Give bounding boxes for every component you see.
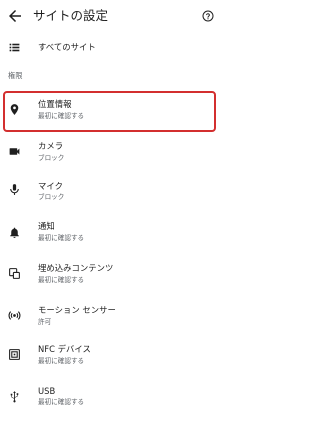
all-sites-row[interactable]: すべてのサイト [0, 38, 220, 58]
permission-label: USB [38, 386, 56, 396]
permission-item-embedded-content[interactable]: 埋め込みコンテンツ 最初に確認する [0, 258, 220, 295]
permission-label: 位置情報 [38, 99, 72, 109]
usb-icon [10, 391, 19, 403]
arrow-back-icon[interactable] [6, 7, 24, 25]
permission-item-microphone[interactable]: マイク ブロック [0, 172, 220, 209]
nfc-icon [9, 349, 20, 360]
page-title: サイトの設定 [33, 8, 109, 23]
location-pin-icon [10, 104, 19, 115]
permission-label: 通知 [38, 221, 55, 231]
camera-icon [9, 148, 20, 155]
permission-status: 最初に確認する [38, 112, 85, 120]
permission-item-nfc[interactable]: NFC デバイス 最初に確認する [0, 341, 220, 378]
permission-item-motion-sensors[interactable]: モーション センサー 許可 [0, 299, 220, 336]
embedded-content-icon [9, 268, 20, 279]
microphone-icon [10, 184, 19, 195]
all-sites-label: すべてのサイト [38, 42, 96, 52]
permission-status: 最初に確認する [38, 357, 85, 365]
permission-label: カメラ [38, 141, 64, 151]
permission-status: 最初に確認する [38, 276, 85, 284]
list-icon [9, 43, 20, 52]
app-bar: サイトの設定 [0, 0, 220, 36]
permission-status: ブロック [38, 154, 65, 162]
section-header-permissions: 権限 [8, 71, 23, 80]
permission-item-usb[interactable]: USB 最初に確認する [0, 382, 220, 419]
permission-status: 最初に確認する [38, 234, 85, 242]
permission-status: 許可 [38, 318, 52, 326]
permission-label: モーション センサー [38, 305, 116, 315]
permission-status: 最初に確認する [38, 398, 85, 406]
permission-item-camera[interactable]: カメラ ブロック [0, 134, 220, 171]
permission-label: マイク [38, 181, 63, 191]
permission-item-notifications[interactable]: 通知 最初に確認する [0, 216, 220, 253]
motion-sensor-icon [8, 311, 21, 320]
permission-label: NFC デバイス [38, 344, 91, 354]
help-icon[interactable] [202, 10, 214, 22]
permission-label: 埋め込みコンテンツ [38, 263, 114, 273]
permission-status: ブロック [38, 193, 65, 201]
bell-icon [10, 227, 19, 238]
permission-item-location[interactable]: 位置情報 最初に確認する [0, 93, 220, 130]
